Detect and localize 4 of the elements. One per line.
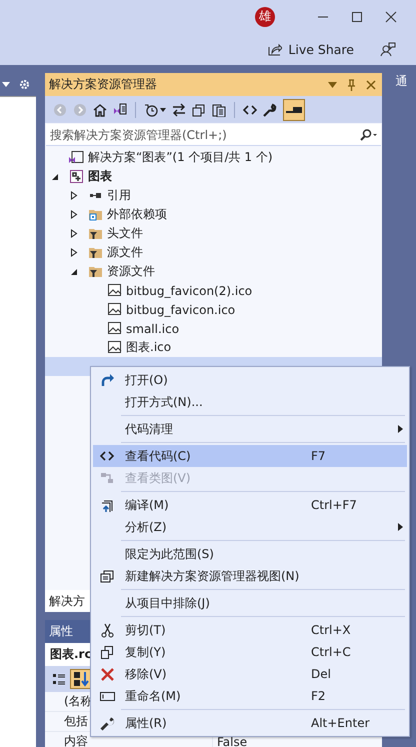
property-name: 包括: [64, 713, 88, 730]
panel-title: 属性: [49, 623, 73, 640]
panel-title: 解决方案资源管理器: [49, 76, 158, 93]
property-name: 内容: [64, 733, 88, 747]
